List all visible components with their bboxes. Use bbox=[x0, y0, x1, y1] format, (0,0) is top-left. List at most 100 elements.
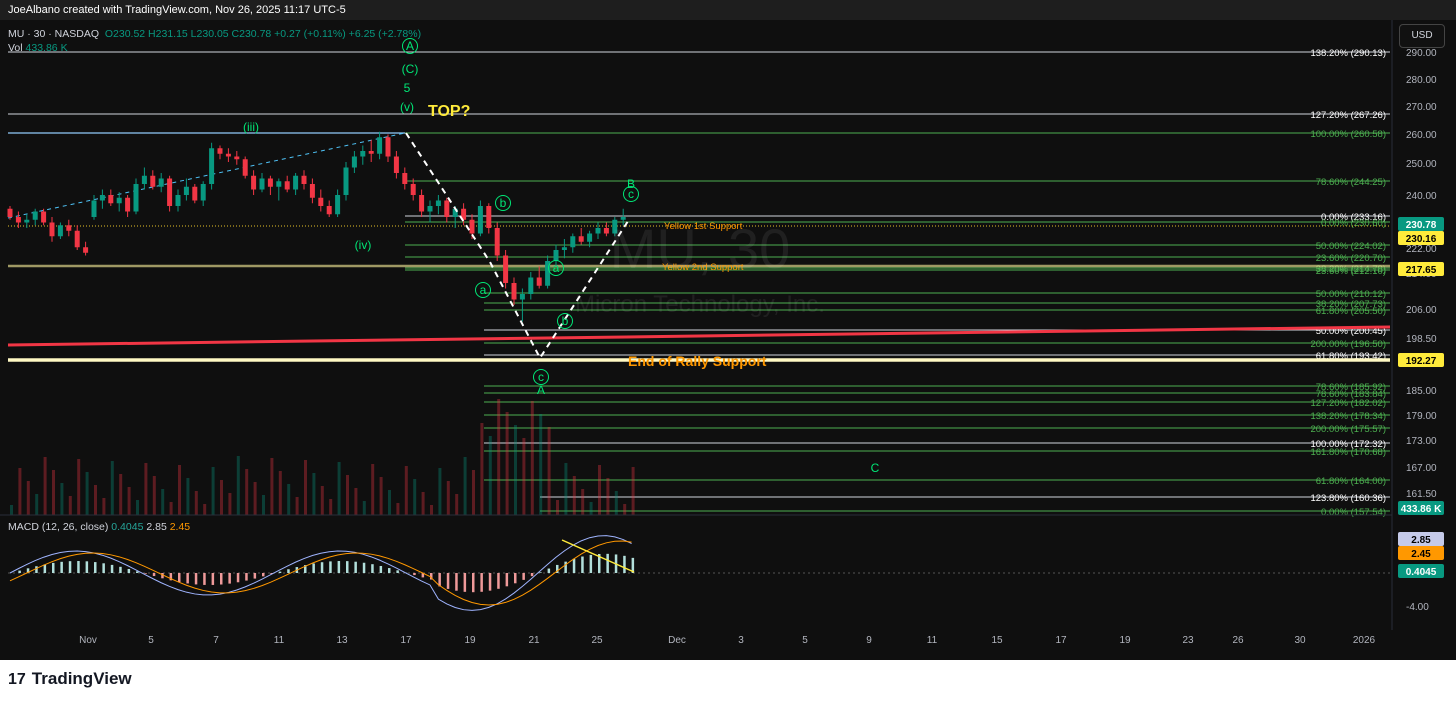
volume-bar bbox=[564, 463, 568, 515]
candle-body bbox=[309, 184, 315, 198]
macd-hist-bar bbox=[379, 565, 383, 573]
candle-body bbox=[360, 151, 366, 157]
candle-body bbox=[217, 148, 223, 154]
volume-bar bbox=[203, 504, 207, 515]
fib-label: 78.60% (244.25) bbox=[1316, 177, 1386, 188]
macd-hist-bar bbox=[43, 564, 47, 573]
candle-body bbox=[326, 206, 332, 215]
macd-legend[interactable]: MACD (12, 26, close) 0.4045 2.85 2.45 bbox=[8, 521, 190, 533]
volume-bar bbox=[18, 468, 22, 515]
macd-hist-bar bbox=[287, 569, 290, 573]
macd-signal-value: 2.85 bbox=[146, 521, 167, 533]
macd-hist-bar bbox=[152, 573, 156, 577]
y-axis-label: 167.00 bbox=[1406, 463, 1437, 474]
macd-hist-bar bbox=[94, 562, 97, 573]
volume-label[interactable]: Vol bbox=[8, 42, 23, 54]
price-tag-label: 2.85 bbox=[1411, 535, 1431, 546]
macd-hist-bar bbox=[102, 563, 105, 573]
volume-bar bbox=[186, 478, 190, 515]
macd-hist-bar bbox=[488, 573, 492, 591]
macd-hist-bar bbox=[60, 561, 63, 573]
symbol-label[interactable]: MU · 30 · NASDAQ bbox=[8, 28, 99, 40]
candle-body bbox=[435, 200, 441, 206]
volume-bar bbox=[262, 495, 265, 515]
x-axis-label: 5 bbox=[802, 635, 808, 646]
y-axis-label: 290.00 bbox=[1406, 48, 1437, 59]
x-axis-label: Dec bbox=[668, 635, 686, 646]
y-axis-label: 185.00 bbox=[1406, 386, 1437, 397]
wave-label: a bbox=[553, 261, 560, 275]
x-axis-label: 9 bbox=[866, 635, 872, 646]
tradingview-logo[interactable]: 17 TradingView bbox=[8, 669, 132, 689]
macd-hist-bar bbox=[413, 573, 416, 576]
volume-bar bbox=[43, 457, 47, 515]
macd-axis-label: -4.00 bbox=[1406, 602, 1429, 613]
macd-hist-bar bbox=[572, 558, 576, 573]
macd-hist-bar bbox=[194, 573, 198, 585]
candle-body bbox=[150, 175, 156, 187]
volume-bar bbox=[127, 487, 131, 515]
macd-label: MACD (12, 26, close) bbox=[8, 521, 109, 533]
wave-label: (v) bbox=[400, 100, 414, 114]
candle-body bbox=[125, 197, 131, 212]
candle-body bbox=[301, 175, 307, 184]
candle-body bbox=[183, 186, 189, 195]
candle-body bbox=[141, 175, 147, 184]
candle-body bbox=[595, 228, 601, 234]
macd-hist-bar bbox=[346, 561, 349, 573]
y-axis-label: 280.00 bbox=[1406, 75, 1437, 86]
currency-button[interactable]: USD bbox=[1399, 24, 1445, 48]
fib-label: 50.00% (224.02) bbox=[1316, 241, 1386, 252]
volume-bar bbox=[10, 505, 13, 515]
volume-bar bbox=[404, 466, 408, 515]
candle-body bbox=[603, 228, 609, 234]
x-axis-label: 26 bbox=[1232, 635, 1244, 646]
volume-bar bbox=[614, 491, 618, 515]
x-axis-label: 19 bbox=[1119, 635, 1131, 646]
candle-body bbox=[587, 233, 593, 242]
volume-bar bbox=[522, 438, 526, 515]
wave-label: (iv) bbox=[355, 238, 372, 252]
volume-bar bbox=[220, 480, 223, 515]
volume-bar bbox=[346, 475, 349, 515]
macd-hist-bar bbox=[186, 573, 189, 584]
volume-bar bbox=[35, 494, 39, 515]
macd-value: 0.4045 bbox=[111, 521, 144, 533]
volume-bar bbox=[472, 470, 475, 515]
volume-bar bbox=[438, 468, 442, 515]
macd-hist-bar bbox=[522, 573, 525, 580]
macd-hist-bar bbox=[68, 561, 72, 573]
x-axis-label: Nov bbox=[79, 635, 97, 646]
fib-label: 127.20% (267.26) bbox=[1310, 110, 1386, 121]
y-axis-label: 222.00 bbox=[1406, 244, 1437, 255]
volume-bar bbox=[371, 464, 375, 515]
volume-bar bbox=[304, 460, 307, 515]
x-axis-label: 13 bbox=[336, 635, 348, 646]
macd-hist-bar bbox=[35, 566, 38, 573]
volume-bar bbox=[94, 485, 97, 515]
volume-bar bbox=[530, 401, 534, 515]
volume-bar bbox=[497, 399, 501, 515]
candle-body bbox=[444, 200, 450, 217]
fib-label: 0.00% (157.54) bbox=[1321, 507, 1386, 518]
price-tag-label: 0.4045 bbox=[1406, 567, 1437, 578]
candle-body bbox=[24, 219, 30, 223]
candle-body bbox=[570, 236, 576, 248]
candle-body bbox=[41, 211, 47, 223]
price-chart[interactable]: 138.20% (290.13) 127.20% (267.26) 100.00% … bbox=[0, 0, 1456, 660]
macd-hist-bar bbox=[446, 573, 450, 589]
macd-hist-bar bbox=[362, 562, 366, 573]
wave-label: (iii) bbox=[243, 120, 259, 134]
macd-hist-bar bbox=[530, 573, 534, 577]
price-tag-label: 217.65 bbox=[1406, 265, 1437, 276]
fib-label: 200.00% (175.57) bbox=[1310, 424, 1386, 435]
macd-hist-bar bbox=[220, 573, 223, 585]
y-axis-label: 173.00 bbox=[1406, 436, 1437, 447]
candle-body bbox=[57, 225, 63, 237]
fib-label: 138.20% (290.13) bbox=[1310, 48, 1386, 59]
macd-hist-bar bbox=[85, 561, 89, 573]
candle-body bbox=[200, 184, 206, 201]
volume-bar bbox=[362, 501, 366, 515]
price-tag-label: 2.45 bbox=[1411, 549, 1431, 560]
candle-body bbox=[553, 250, 559, 261]
